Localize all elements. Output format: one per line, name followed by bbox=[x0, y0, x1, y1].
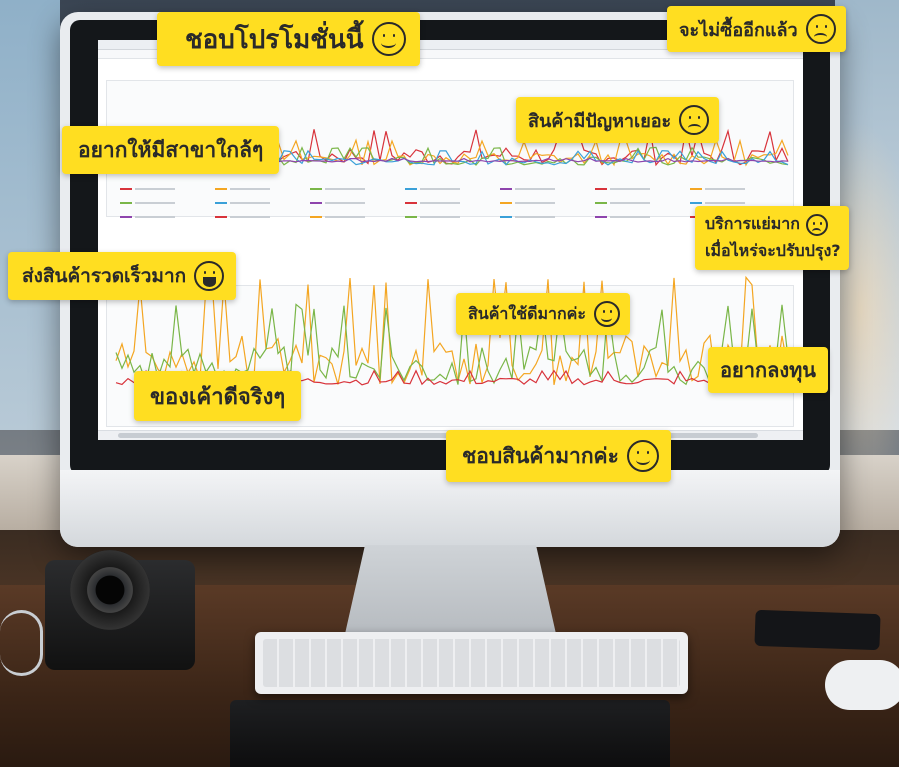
legend-label-placeholder bbox=[230, 188, 270, 190]
comment-bubble-bad-service: บริการแย่มาก เมื่อไหร่จะปรับปรุง? bbox=[695, 206, 849, 270]
legend-label-placeholder bbox=[610, 188, 650, 190]
comment-text-when-improve: เมื่อไหร่จะปรับปรุง? bbox=[705, 241, 841, 260]
comment-bubble-product-good: สินค้าใช้ดีมากค่ะ bbox=[456, 293, 630, 335]
keyboard bbox=[255, 632, 688, 694]
legend-label-placeholder bbox=[515, 202, 555, 204]
legend-swatch bbox=[120, 216, 132, 218]
legend-swatch bbox=[500, 202, 512, 204]
legend-label-placeholder bbox=[135, 202, 175, 204]
comment-text-really-good: ของเค้าดีจริงๆ bbox=[150, 384, 286, 410]
comment-text-product-good: สินค้าใช้ดีมากค่ะ bbox=[468, 303, 586, 323]
legend-swatch bbox=[500, 216, 512, 218]
legend-swatch bbox=[595, 202, 607, 204]
legend-label-placeholder bbox=[420, 216, 460, 218]
monitor-stand-base bbox=[230, 700, 670, 767]
comment-bubble-fast-delivery: ส่งสินค้ารวดเร็วมาก bbox=[8, 252, 237, 300]
comment-bubble-product-issues: สินค้ามีปัญหาเยอะ bbox=[516, 97, 720, 143]
legend-label-placeholder bbox=[705, 202, 745, 204]
eyeglasses bbox=[0, 610, 43, 676]
computer-mouse bbox=[825, 660, 899, 710]
legend-label-placeholder bbox=[515, 188, 555, 190]
legend-label-placeholder bbox=[420, 202, 460, 204]
comment-text-love-product: ชอบสินค้ามากค่ะ bbox=[462, 443, 619, 468]
comment-text-bad-service: บริการแย่มาก bbox=[705, 214, 800, 233]
comment-bubble-promotion: ชอบโปรโมชั่นนี้ bbox=[157, 12, 420, 66]
legend-swatch bbox=[500, 188, 512, 190]
window-left bbox=[0, 0, 60, 430]
legend-label-placeholder bbox=[135, 188, 175, 190]
camera-lens bbox=[70, 550, 150, 630]
laughing-face-icon bbox=[194, 261, 225, 291]
comment-text-invest: อยากลงทุน bbox=[720, 358, 816, 382]
legend-label-placeholder bbox=[705, 188, 745, 190]
legend-swatch bbox=[120, 202, 132, 204]
legend-label-placeholder bbox=[230, 202, 270, 204]
comment-text-promotion: ชอบโปรโมชั่นนี้ bbox=[185, 24, 364, 55]
legend-label-placeholder bbox=[325, 202, 365, 204]
comment-text-nearby-branch: อยากให้มีสาขาใกล้ๆ bbox=[78, 137, 264, 162]
legend-swatch bbox=[595, 216, 607, 218]
comment-bubble-really-good: ของเค้าดีจริงๆ bbox=[134, 371, 302, 421]
comment-bubble-love-product: ชอบสินค้ามากค่ะ bbox=[446, 430, 671, 482]
legend-swatch bbox=[690, 202, 702, 204]
legend-label-placeholder bbox=[515, 216, 555, 218]
legend-swatch bbox=[310, 216, 322, 218]
legend-label-placeholder bbox=[420, 188, 460, 190]
smartphone bbox=[754, 609, 881, 651]
legend-label-placeholder bbox=[230, 216, 270, 218]
legend-label-placeholder bbox=[325, 216, 365, 218]
sad-face-icon bbox=[679, 105, 710, 135]
legend-swatch bbox=[120, 188, 132, 190]
sad-face-icon bbox=[805, 14, 836, 44]
legend-label-placeholder bbox=[610, 202, 650, 204]
comment-bubble-invest: อยากลงทุน bbox=[708, 347, 828, 393]
legend-swatch bbox=[215, 202, 227, 204]
comment-bubble-never-buy: จะไม่ซื้ออีกแล้ว bbox=[667, 6, 846, 52]
smile-face-icon bbox=[371, 22, 406, 56]
comment-bubble-nearby-branch: อยากให้มีสาขาใกล้ๆ bbox=[62, 126, 280, 174]
legend-swatch bbox=[405, 202, 417, 204]
legend-swatch bbox=[405, 216, 417, 218]
desk-scene: ชอบโปรโมชั่นนี้ จะไม่ซื้ออีกแล้ว สินค้าม… bbox=[0, 0, 899, 767]
legend-swatch bbox=[690, 188, 702, 190]
legend-swatch bbox=[310, 202, 322, 204]
legend-swatch bbox=[310, 188, 322, 190]
legend-swatch bbox=[595, 188, 607, 190]
keyboard-keys bbox=[263, 639, 680, 687]
comment-text-fast-delivery: ส่งสินค้ารวดเร็วมาก bbox=[22, 265, 187, 287]
comment-text-never-buy: จะไม่ซื้ออีกแล้ว bbox=[679, 19, 798, 41]
legend-label-placeholder bbox=[325, 188, 365, 190]
legend-swatch bbox=[215, 188, 227, 190]
legend-label-placeholder bbox=[610, 216, 650, 218]
legend-swatch bbox=[215, 216, 227, 218]
comment-text-product-issues: สินค้ามีปัญหาเยอะ bbox=[528, 110, 672, 132]
sad-face-icon bbox=[805, 213, 828, 236]
smile-face-icon bbox=[593, 301, 620, 327]
legend-label-placeholder bbox=[135, 216, 175, 218]
smile-face-icon bbox=[626, 440, 659, 472]
legend-swatch bbox=[405, 188, 417, 190]
